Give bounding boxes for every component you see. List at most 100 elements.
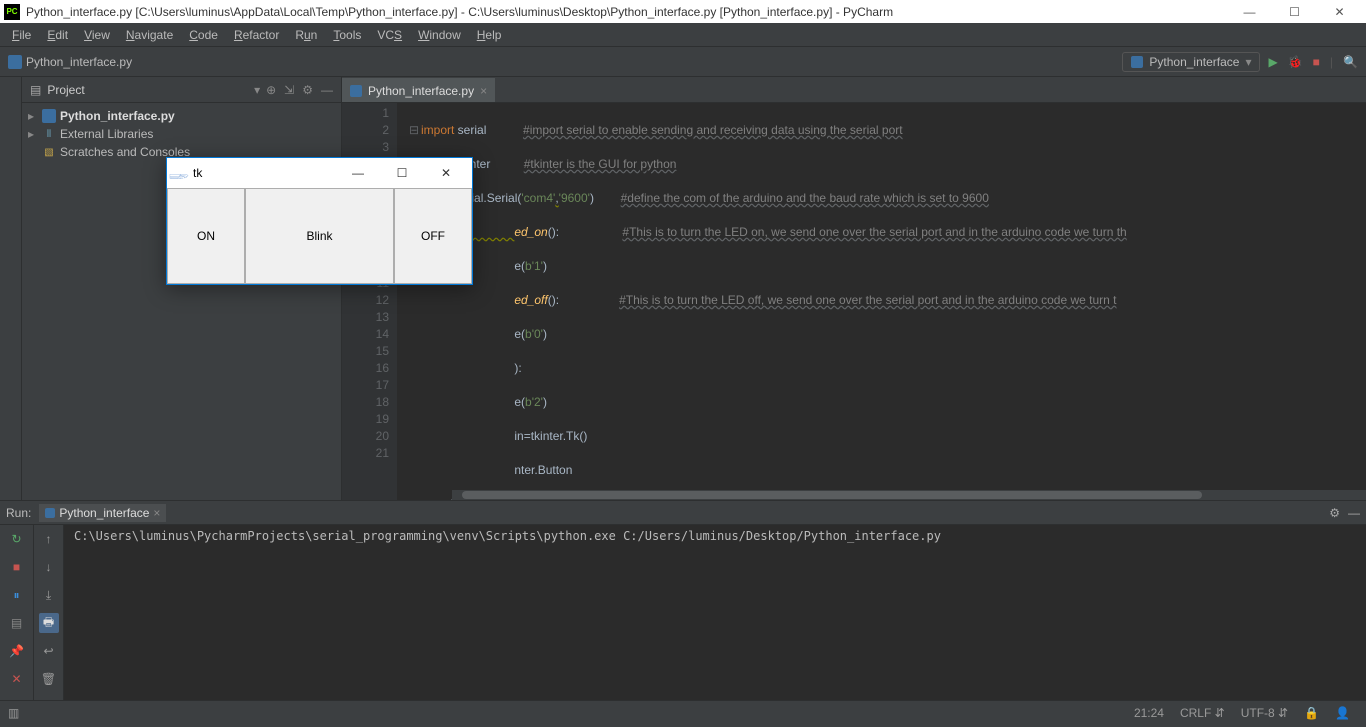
code-area[interactable]: ⊟import serial #import serial to enable … [397,103,1366,500]
menubar: File Edit View Navigate Code Refactor Ru… [0,23,1366,47]
editor: Python_interface.py × 123456789101112131… [342,77,1366,500]
tk-body: ON Blink OFF [167,188,472,284]
rerun-button[interactable]: ↻ [7,529,27,549]
tk-window[interactable]: 𓆃 tk — ☐ ✕ ON Blink OFF [166,157,473,285]
run-tool-title: Run: [6,506,31,520]
gear-icon[interactable]: ⚙ [302,83,313,97]
python-file-icon [45,508,55,518]
menu-vcs[interactable]: VCS [369,24,410,46]
project-panel-title[interactable]: Project [47,83,248,97]
off-button[interactable]: OFF [394,188,472,284]
close-icon[interactable]: ✕ [7,669,27,689]
down-arrow-icon[interactable]: ↓ [39,557,59,577]
left-tool-stripe[interactable] [0,77,22,500]
editor-tab[interactable]: Python_interface.py × [342,78,495,102]
breadcrumb-file: Python_interface.py [26,55,132,69]
debug-button[interactable]: 🐞 [1288,55,1303,69]
run-tool-window: Run: Python_interface × ⚙ — ↻ ■ ⏸ ▤ 📌 ✕ … [0,500,1366,700]
trash-icon[interactable]: 🗑 [39,669,59,689]
menu-run[interactable]: Run [287,24,325,46]
stop-button[interactable]: ■ [1313,55,1320,69]
run-output[interactable]: C:\Users\luminus\PycharmProjects\serial_… [64,525,1366,700]
menu-edit[interactable]: Edit [39,24,76,46]
project-tree: ▸ Python_interface.py ▸ ⫴ External Libra… [22,103,341,165]
maximize-button[interactable]: ☐ [1272,0,1317,23]
menu-tools[interactable]: Tools [325,24,369,46]
tk-maximize-button[interactable]: ☐ [380,159,424,187]
run-tab-label: Python_interface [59,506,149,520]
print-icon[interactable]: 🖶 [39,613,59,633]
navbar: Python_interface.py Python_interface ▾ ▶… [0,47,1366,77]
expand-arrow-icon[interactable]: ▸ [28,127,38,141]
gear-icon[interactable]: ⚙ [1329,506,1340,520]
chevron-down-icon[interactable]: ▾ [254,83,260,97]
up-arrow-icon[interactable]: ↑ [39,529,59,549]
expand-arrow-icon[interactable]: ▸ [28,109,38,123]
separator: | [1330,55,1333,69]
menu-view[interactable]: View [76,24,118,46]
locate-icon[interactable]: ⊕ [266,83,276,97]
run-config-selector[interactable]: Python_interface ▾ [1122,52,1260,72]
tk-window-title: tk [193,166,336,180]
run-button[interactable]: ▶ [1268,55,1277,69]
scratch-icon: ▧ [42,145,56,159]
lock-icon[interactable]: 🔒 [1296,706,1327,720]
tk-close-button[interactable]: ✕ [424,159,468,187]
os-titlebar: PC Python_interface.py [C:\Users\luminus… [0,0,1366,23]
project-panel-header: ▤ Project ▾ ⊕ ⇲ ⚙ — [22,77,341,103]
menu-refactor[interactable]: Refactor [226,24,287,46]
status-encoding[interactable]: UTF-8 ⇵ [1233,706,1296,720]
menu-help[interactable]: Help [469,24,510,46]
tk-titlebar[interactable]: 𓆃 tk — ☐ ✕ [167,158,472,188]
horizontal-scrollbar[interactable] [452,490,1366,500]
layout-icon[interactable]: ▤ [7,613,27,633]
pin-icon[interactable]: 📌 [7,641,27,661]
chevron-down-icon: ▾ [1245,55,1251,69]
minimize-button[interactable]: — [1227,0,1272,23]
menu-navigate[interactable]: Navigate [118,24,181,46]
status-bar: ▥ 21:24 CRLF ⇵ UTF-8 ⇵ 🔒 👤 [0,700,1366,724]
pause-button[interactable]: ⏸ [7,585,27,605]
python-file-icon [8,55,22,69]
code-view[interactable]: 123456789101112131415161718192021 ⊟impor… [342,103,1366,500]
python-file-icon [1131,56,1143,68]
wrap-icon[interactable]: ↩ [39,641,59,661]
run-secondary-gutter: ↑ ↓ ⤓ 🖶 ↩ 🗑 [34,525,64,700]
export-icon[interactable]: ⤓ [39,585,59,605]
editor-tab-label: Python_interface.py [368,84,474,98]
close-icon[interactable]: × [153,506,160,520]
hide-icon[interactable]: — [321,83,333,97]
close-icon[interactable]: × [480,84,487,98]
on-button[interactable]: ON [167,188,245,284]
stop-button[interactable]: ■ [7,557,27,577]
tree-item-label: External Libraries [60,127,153,141]
hide-icon[interactable]: — [1348,506,1360,520]
inspector-icon[interactable]: 👤 [1327,706,1358,720]
tool-window-toggle-icon[interactable]: ▥ [8,706,24,720]
blink-button[interactable]: Blink [245,188,394,284]
close-button[interactable]: ✕ [1317,0,1362,23]
scrollbar-thumb[interactable] [462,491,1202,499]
tk-minimize-button[interactable]: — [336,159,380,187]
library-icon: ⫴ [42,127,56,141]
tree-item-label: Python_interface.py [60,109,175,123]
breadcrumb[interactable]: Python_interface.py [8,55,132,69]
menu-window[interactable]: Window [410,24,469,46]
run-tool-header: Run: Python_interface × ⚙ — [0,501,1366,525]
tk-feather-icon: 𓆃 [171,165,187,181]
status-caret-pos[interactable]: 21:24 [1126,706,1172,720]
menu-file[interactable]: File [4,24,39,46]
python-file-icon [42,109,56,123]
tree-item-project-file[interactable]: ▸ Python_interface.py [22,107,341,125]
run-config-name: Python_interface [1149,55,1239,69]
editor-tabs: Python_interface.py × [342,77,1366,103]
window-title: Python_interface.py [C:\Users\luminus\Ap… [26,5,1227,19]
run-tab[interactable]: Python_interface × [39,504,166,522]
menu-code[interactable]: Code [181,24,226,46]
collapse-icon[interactable]: ⇲ [284,83,294,97]
python-file-icon [350,85,362,97]
tree-item-external-libraries[interactable]: ▸ ⫴ External Libraries [22,125,341,143]
search-icon[interactable]: 🔍 [1343,55,1358,69]
project-view-icon[interactable]: ▤ [30,83,41,97]
status-line-separator[interactable]: CRLF ⇵ [1172,706,1233,720]
